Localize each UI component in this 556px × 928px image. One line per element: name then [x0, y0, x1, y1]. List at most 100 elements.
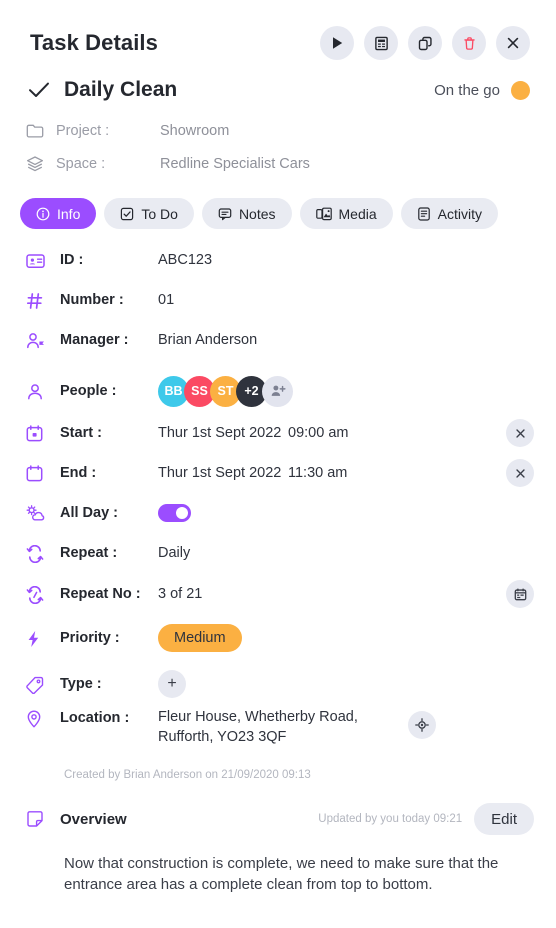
location-actions[interactable] [408, 711, 436, 739]
label-all-day: All Day : [60, 505, 119, 521]
check-icon[interactable] [28, 81, 56, 99]
value-end: Thur 1st Sept 2022 11:30 am [158, 462, 506, 484]
details-section: ID : ABC123 Number : 01 Manager : Brian … [0, 229, 556, 781]
value-id: ABC123 [158, 252, 213, 268]
label-location: Location : [60, 710, 130, 726]
copy-icon [418, 36, 433, 51]
repeat-calendar-button[interactable] [506, 580, 534, 608]
label-start: Start : [60, 425, 102, 441]
value-end-date: Thur 1st Sept 2022 [158, 465, 282, 481]
meta-row-space[interactable]: Space : Redline Specialist Cars [0, 149, 556, 179]
row-repeat-no[interactable]: Repeat No : 3 of 21 [0, 573, 556, 615]
clear-start-button[interactable] [506, 419, 534, 447]
calendar-end-icon [26, 462, 60, 484]
activity-icon [417, 206, 431, 221]
value-end-time: 11:30 am [288, 465, 348, 481]
folder-icon [26, 123, 56, 139]
play-button[interactable] [320, 26, 354, 60]
tab-media[interactable]: Media [299, 198, 393, 229]
row-priority[interactable]: Priority : Medium [0, 615, 556, 661]
toggle-knob [176, 507, 188, 519]
row-number[interactable]: Number : 01 [0, 289, 556, 329]
meta-label-project: Project : [56, 123, 110, 139]
row-location[interactable]: Location : Fleur House, Whetherby Road, … [0, 707, 556, 759]
tab-info-label: Info [57, 205, 81, 222]
row-type[interactable]: Type : + [0, 661, 556, 707]
invoice-icon [374, 36, 389, 51]
start-clear[interactable] [506, 419, 534, 447]
tab-notes-label: Notes [238, 205, 276, 222]
add-type-button[interactable]: + [158, 670, 186, 698]
value-manager: Brian Anderson [158, 332, 258, 348]
calendar-start-icon [26, 422, 60, 444]
row-start[interactable]: Start : Thur 1st Sept 2022 09:00 am [0, 413, 556, 453]
tab-bar: Info To Do Notes Media Activity [0, 182, 556, 229]
checkbox-icon [120, 207, 134, 221]
value-number: 01 [158, 292, 175, 308]
status-badge[interactable]: On the go [434, 80, 530, 100]
row-id[interactable]: ID : ABC123 [0, 249, 556, 289]
row-end[interactable]: End : Thur 1st Sept 2022 11:30 am [0, 453, 556, 493]
weather-icon [26, 502, 60, 524]
duplicate-button[interactable] [408, 26, 442, 60]
status-dot [511, 80, 530, 100]
priority-pill[interactable]: Medium [158, 624, 242, 652]
invoice-button[interactable] [364, 26, 398, 60]
tab-activity-label: Activity [437, 205, 482, 222]
tab-todo[interactable]: To Do [104, 198, 194, 229]
tab-activity[interactable]: Activity [400, 198, 498, 229]
meta-label-space: Space : [56, 156, 106, 172]
row-all-day[interactable]: All Day : [0, 493, 556, 533]
tab-media-label: Media [338, 205, 377, 222]
value-repeat: Daily [158, 545, 191, 561]
row-repeat[interactable]: Repeat : Daily [0, 533, 556, 573]
meta-section: Project : Showroom Space : Redline Speci… [0, 104, 556, 179]
pin-icon [26, 707, 60, 729]
delete-button[interactable] [452, 26, 486, 60]
end-clear[interactable] [506, 459, 534, 487]
close-icon [506, 36, 520, 50]
row-manager[interactable]: Manager : Brian Anderson [0, 329, 556, 369]
repeat-no-icon [26, 583, 60, 605]
tab-info[interactable]: Info [20, 198, 97, 229]
manager-icon [26, 329, 60, 351]
bolt-icon [26, 627, 60, 649]
close-button[interactable] [496, 26, 530, 60]
layers-icon [26, 155, 56, 173]
overview-header: Overview Updated by you today 09:21 Edit [0, 781, 556, 835]
avatar-group: BB SS ST +2 [158, 375, 293, 407]
tab-todo-label: To Do [141, 205, 178, 222]
row-people[interactable]: People : BB SS ST +2 [0, 369, 556, 413]
task-title-row: Daily Clean On the go [0, 62, 556, 104]
header: Task Details [0, 0, 556, 62]
overview-body: Now that construction is complete, we ne… [64, 855, 499, 893]
tab-notes[interactable]: Notes [201, 198, 292, 229]
add-person-icon[interactable] [262, 375, 293, 407]
person-icon [26, 380, 60, 402]
overview-title: Overview [60, 810, 127, 828]
label-number: Number : [60, 292, 124, 308]
value-start-time: 09:00 am [288, 425, 349, 441]
repeat-no-actions[interactable] [506, 580, 534, 608]
locate-button[interactable] [408, 711, 436, 739]
value-repeat-no: 3 of 21 [158, 586, 203, 602]
all-day-toggle[interactable] [158, 504, 191, 522]
label-id: ID : [60, 252, 84, 268]
media-icon [315, 207, 332, 221]
play-icon [331, 36, 344, 50]
created-by-text: Created by Brian Anderson on 21/09/2020 … [64, 769, 311, 781]
tag-icon [26, 673, 60, 695]
label-manager: Manager : [60, 332, 129, 348]
clear-end-button[interactable] [506, 459, 534, 487]
label-repeat-no: Repeat No : [60, 586, 141, 602]
info-icon [36, 207, 50, 221]
note-icon [26, 810, 60, 828]
meta-row-project[interactable]: Project : Showroom [0, 116, 556, 146]
hash-icon [26, 289, 60, 311]
value-start: Thur 1st Sept 2022 09:00 am [158, 422, 506, 444]
overview-updated: Updated by you today 09:21 [318, 813, 463, 825]
repeat-icon [26, 542, 60, 564]
edit-overview-button[interactable]: Edit [474, 803, 534, 835]
trash-icon [462, 36, 477, 51]
label-people: People : [60, 383, 117, 399]
